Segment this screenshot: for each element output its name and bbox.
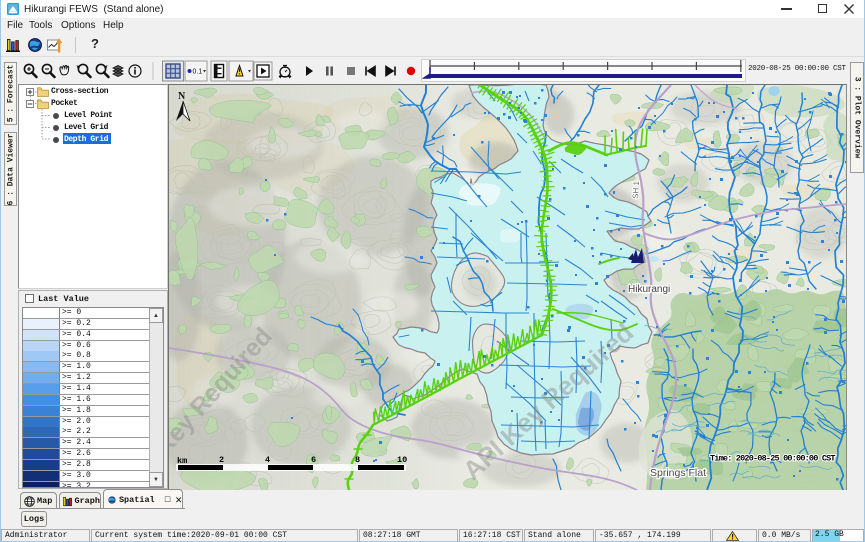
svg-text:Hikurangi: Hikurangi — [628, 284, 670, 295]
svg-text:Time: 2020-08-25 00:00:00 CST: Time: 2020-08-25 00:00:00 CST — [710, 454, 835, 464]
svg-text:10: 10 — [397, 455, 407, 465]
svg-text:2: 2 — [219, 455, 224, 465]
svg-text:Springs Flat: Springs Flat — [650, 467, 706, 479]
svg-text:4: 4 — [265, 455, 270, 465]
svg-text:km: km — [177, 456, 187, 466]
svg-text:8: 8 — [355, 455, 360, 465]
svg-text:SH 1: SH 1 — [631, 180, 641, 199]
svg-text:N: N — [178, 91, 186, 102]
svg-text:0.1: 0.1 — [193, 69, 203, 76]
svg-text:6: 6 — [311, 455, 316, 465]
